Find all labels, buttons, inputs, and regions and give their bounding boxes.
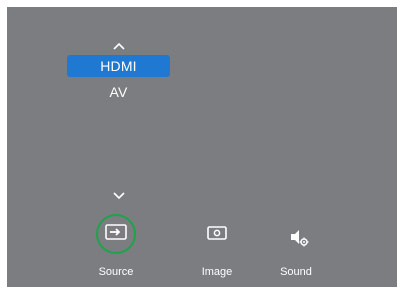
speaker-settings-icon	[287, 225, 311, 254]
osd-screen: HDMI AV Source Image Sound	[7, 7, 397, 287]
chevron-down-icon[interactable]	[111, 190, 127, 202]
sound-label: Sound	[280, 266, 312, 278]
sound-button[interactable]	[287, 227, 311, 251]
source-option-hdmi[interactable]: HDMI	[67, 55, 170, 77]
chevron-up-icon[interactable]	[111, 40, 127, 52]
image-label: Image	[201, 266, 233, 278]
source-option-av[interactable]: AV	[67, 81, 170, 103]
source-button[interactable]	[94, 212, 138, 256]
image-button[interactable]	[205, 225, 229, 245]
input-source-icon	[105, 223, 127, 245]
image-icon	[206, 225, 228, 246]
active-ring	[96, 214, 136, 254]
source-label: Source	[98, 266, 134, 278]
